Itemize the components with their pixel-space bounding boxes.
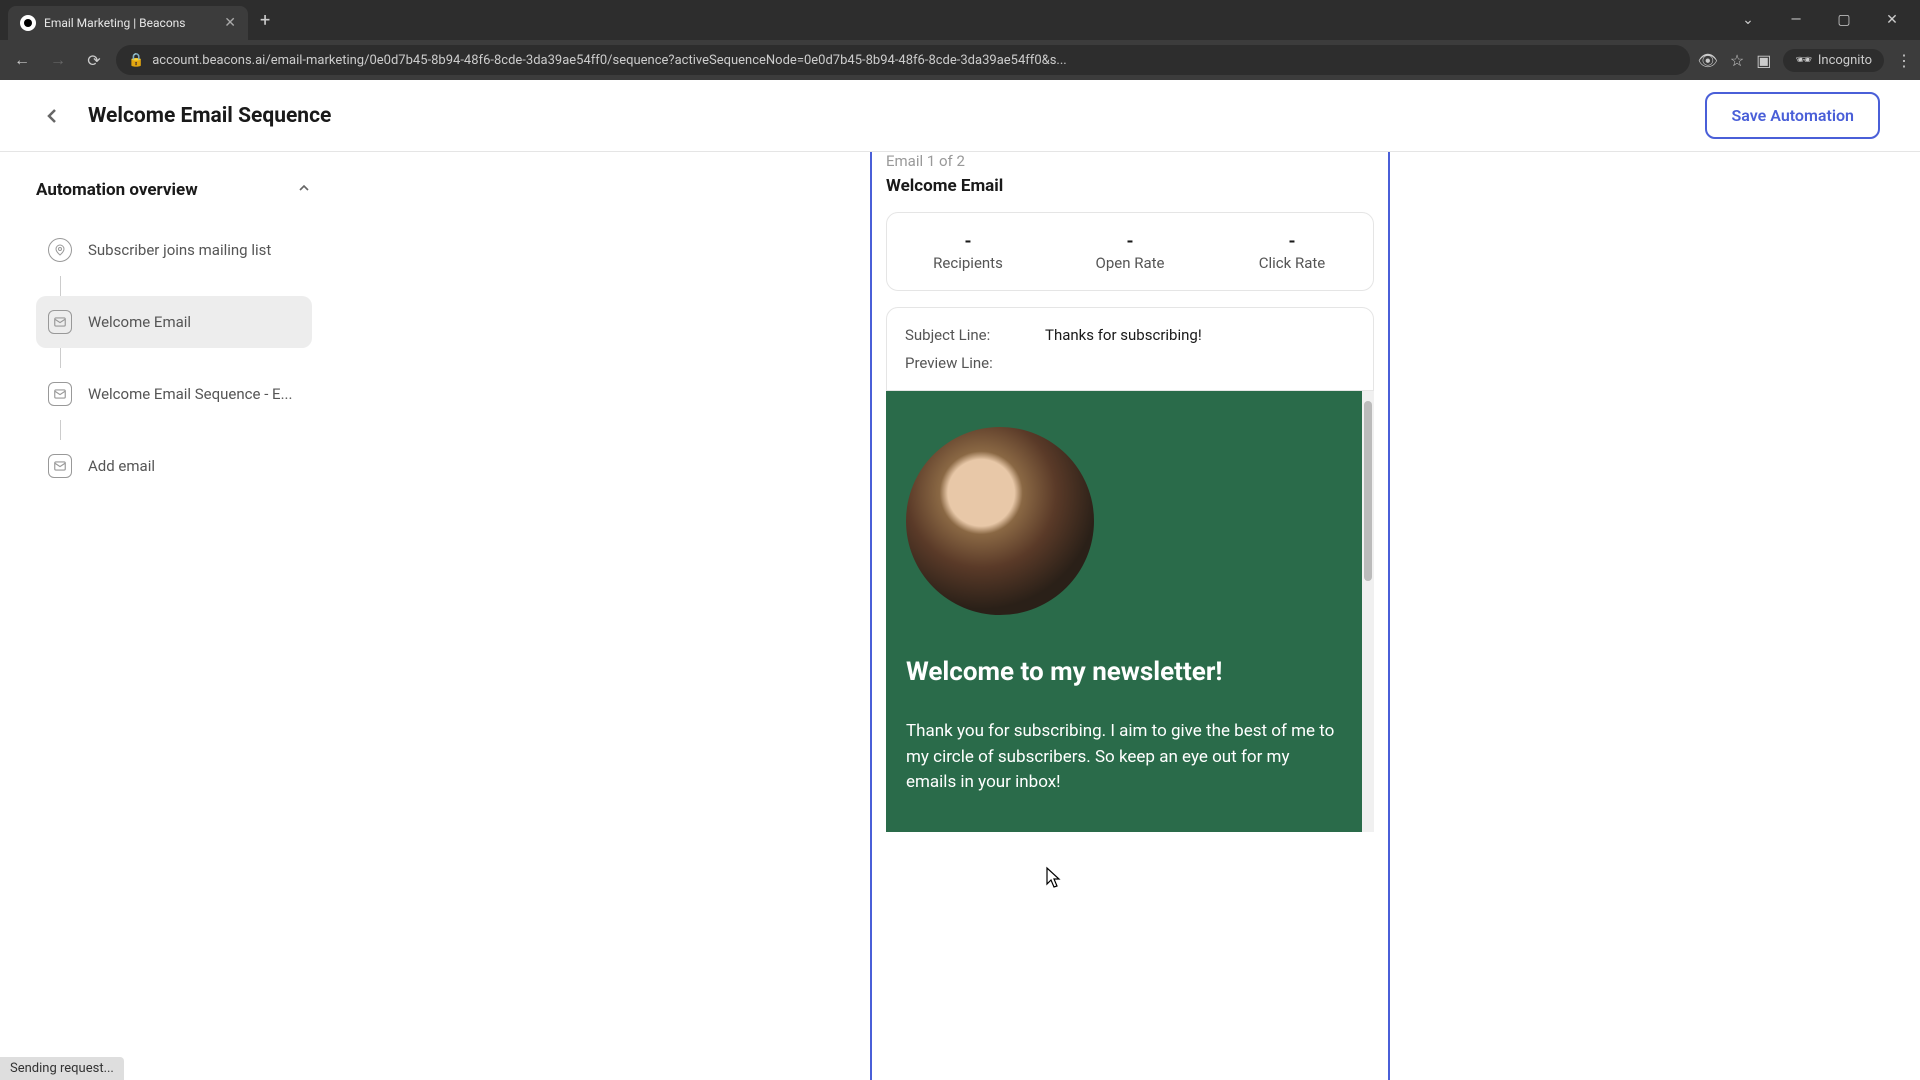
chevron-up-icon [296,180,312,200]
content-area: Email 1 of 2 Welcome Email - Recipients … [340,152,1920,1080]
preview-heading: Welcome to my newsletter! [906,657,1342,687]
tabs-dropdown-icon[interactable]: ⌄ [1728,5,1768,35]
step-add-email[interactable]: Add email [36,440,312,492]
email-preview[interactable]: Welcome to my newsletter! Thank you for … [886,391,1362,832]
browser-toolbar: ← → ⟳ 🔒 account.beacons.ai/email-marketi… [0,40,1920,80]
stat-click-rate: - Click Rate [1211,231,1373,272]
stat-value: - [1049,231,1211,252]
mail-icon [48,310,72,334]
incognito-icon: 🕶 [1795,53,1812,68]
email-card[interactable]: Email 1 of 2 Welcome Email - Recipients … [870,152,1390,1080]
new-tab-button[interactable]: + [260,10,270,31]
page-title: Welcome Email Sequence [88,104,1705,128]
browser-tab[interactable]: Email Marketing | Beacons ✕ [8,6,248,40]
step-connector [60,348,61,368]
subject-value: Thanks for subscribing! [1045,326,1202,344]
preview-body: Thank you for subscribing. I aim to give… [906,719,1342,796]
tab-title: Email Marketing | Beacons [44,16,216,30]
step-welcome-sequence[interactable]: Welcome Email Sequence - E... [36,368,312,420]
sidebar: Automation overview Subscriber joins mai… [0,152,340,1080]
overview-toggle[interactable]: Automation overview [36,180,312,200]
email-name: Welcome Email [886,176,1374,196]
back-icon[interactable]: ← [8,46,36,74]
step-list: Subscriber joins mailing list Welcome Em… [36,224,312,492]
stat-value: - [1211,231,1373,252]
step-connector [60,276,61,296]
tab-favicon [20,15,36,31]
preview-line-label: Preview Line: [905,354,1005,372]
bookmark-icon[interactable]: ☆ [1730,51,1744,70]
mail-icon [48,454,72,478]
close-icon[interactable]: ✕ [224,15,236,31]
email-count-label: Email 1 of 2 [886,152,1374,170]
overview-title: Automation overview [36,180,198,200]
step-label: Add email [88,457,155,475]
mail-icon [48,382,72,406]
stat-recipients: - Recipients [887,231,1049,272]
incognito-label: Incognito [1818,53,1872,68]
stat-value: - [887,231,1049,252]
stat-label: Open Rate [1049,254,1211,272]
step-label: Subscriber joins mailing list [88,241,271,259]
stat-label: Click Rate [1211,254,1373,272]
save-automation-button[interactable]: Save Automation [1705,92,1880,139]
step-connector [60,420,61,440]
stat-label: Recipients [887,254,1049,272]
menu-icon[interactable]: ⋮ [1896,51,1912,70]
maximize-icon[interactable]: ▢ [1824,5,1864,35]
status-toast: Sending request... [0,1057,124,1080]
page-header: Welcome Email Sequence Save Automation [0,80,1920,152]
incognito-badge[interactable]: 🕶 Incognito [1783,49,1884,72]
stat-open-rate: - Open Rate [1049,231,1211,272]
back-button[interactable] [40,104,64,128]
email-meta: Subject Line: Thanks for subscribing! Pr… [886,307,1374,391]
preview-scrollbar[interactable] [1362,391,1374,832]
email-preview-wrapper: Welcome to my newsletter! Thank you for … [886,391,1374,832]
lock-icon: 🔒 [128,53,144,68]
url-text: account.beacons.ai/email-marketing/0e0d7… [152,53,1067,68]
reload-icon[interactable]: ⟳ [80,46,108,74]
minimize-icon[interactable]: — [1776,5,1816,35]
install-icon[interactable]: ▣ [1756,51,1771,70]
forward-icon: → [44,46,72,74]
step-label: Welcome Email [88,313,191,331]
stats-row: - Recipients - Open Rate - Click Rate [886,212,1374,291]
step-label: Welcome Email Sequence - E... [88,385,292,403]
location-pin-icon [48,238,72,262]
browser-tab-bar: Email Marketing | Beacons ✕ + ⌄ — ▢ ✕ [0,0,1920,40]
window-controls: ⌄ — ▢ ✕ [1728,5,1920,35]
subject-label: Subject Line: [905,326,1005,344]
step-welcome-email[interactable]: Welcome Email [36,296,312,348]
avatar [906,427,1094,615]
step-subscriber-joins[interactable]: Subscriber joins mailing list [36,224,312,276]
scrollbar-thumb[interactable] [1364,401,1372,581]
close-window-icon[interactable]: ✕ [1872,5,1912,35]
address-bar[interactable]: 🔒 account.beacons.ai/email-marketing/0e0… [116,45,1690,75]
eye-off-icon[interactable]: 👁 [1698,51,1718,70]
